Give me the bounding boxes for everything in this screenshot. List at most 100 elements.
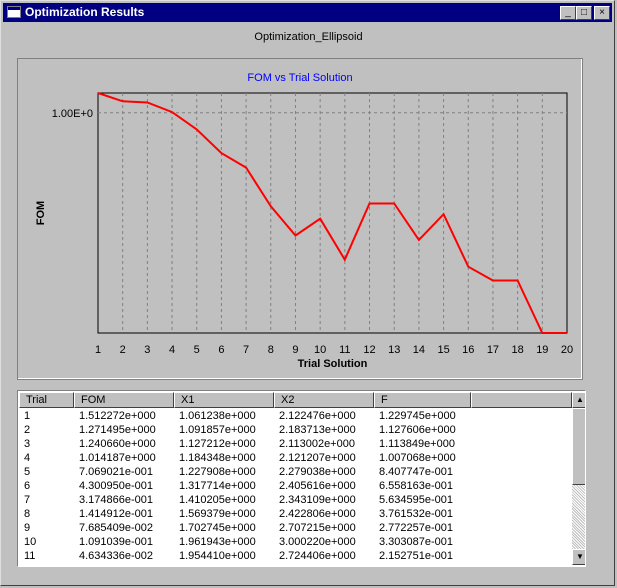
table-row[interactable]: 9 7.685409e-002 1.702745e+000 2.707215e+000… — [19, 521, 572, 535]
x-tick-label: 10 — [314, 344, 326, 356]
table-cell: 1.113849e+000 — [379, 438, 455, 450]
table-cell: 1.014187e+000 — [79, 452, 156, 464]
table-row[interactable]: 8 1.414912e-001 1.569379e+000 2.422806e+000… — [19, 507, 572, 521]
chart-title: FOM vs Trial Solution — [247, 72, 352, 84]
table-cell: 3.174866e-001 — [79, 494, 154, 506]
table-cell: 1.227908e+000 — [179, 466, 256, 478]
table-cell: 1 — [24, 410, 31, 422]
table-cell: 3.761532e-001 — [379, 508, 454, 520]
table-cell: 1.512272e+000 — [79, 410, 156, 422]
table-cell: 11 — [24, 550, 36, 562]
table-cell: 1.184348e+000 — [179, 452, 256, 464]
table-vertical-scrollbar[interactable]: ▲ ▼ — [572, 392, 585, 565]
y-axis-ticks: 1.00E+0 — [52, 108, 93, 120]
table-cell: 1.954410e+000 — [179, 550, 256, 562]
table-cell: 4.300950e-001 — [79, 480, 154, 492]
table-cell: 1.410205e+000 — [179, 494, 256, 506]
fom-series-line — [97, 92, 567, 334]
table-cell: 2.707215e+000 — [279, 522, 356, 534]
maximize-button[interactable]: □ — [576, 6, 592, 20]
column-header[interactable]: X2 — [274, 392, 374, 408]
table-cell: 2.724406e+000 — [279, 550, 356, 562]
table-cell: 1.061238e+000 — [179, 410, 256, 422]
chart-panel: FOM vs Trial Solution 1 2 3 4 5 6 7 8 9 10 11 12 13 1… — [17, 58, 583, 380]
table-cell: 1.127606e+000 — [379, 424, 456, 436]
table-row[interactable]: 5 7.069021e-001 1.227908e+000 2.279038e+000… — [19, 465, 572, 479]
x-tick-label: 19 — [536, 344, 548, 356]
table-cell: 2.183713e+000 — [279, 424, 356, 436]
table-cell: 9 — [24, 522, 31, 534]
table-cell: 2.422806e+000 — [279, 508, 356, 520]
table-cell: 1.007068e+000 — [379, 452, 456, 464]
x-tick-label: 18 — [512, 344, 524, 356]
minimize-button[interactable]: _ — [560, 6, 576, 20]
fom-chart: FOM vs Trial Solution 1 2 3 4 5 6 7 8 9 10 11 12 13 1… — [35, 72, 573, 370]
table-cell: 5 — [24, 466, 31, 478]
x-tick-label: 12 — [363, 344, 375, 356]
table-cell: 1.229745e+000 — [379, 410, 456, 422]
y-axis-label: FOM — [35, 201, 47, 225]
table-row[interactable]: 1 1.512272e+000 1.061238e+000 2.122476e+000… — [19, 409, 572, 423]
table-cell: 6.558163e-001 — [379, 480, 454, 492]
x-tick-label: 8 — [268, 344, 274, 356]
x-tick-label: 1 — [95, 344, 101, 356]
table-header: Trial FOM X1 X2 F — [19, 392, 572, 408]
table-cell: 7.685409e-002 — [79, 522, 154, 534]
table-row[interactable]: 11 4.634336e-002 1.954410e+000 2.724406e+00… — [19, 549, 572, 563]
chart-series — [97, 92, 567, 334]
table-row[interactable]: 10 1.091039e-001 1.961943e+000 3.000220e+00… — [19, 535, 572, 549]
table-cell: 1.271495e+000 — [79, 424, 156, 436]
table-row[interactable]: 4 1.014187e+000 1.184348e+000 2.121207e+000… — [19, 451, 572, 465]
table-cell: 8.407747e-001 — [379, 466, 454, 478]
results-table-body[interactable]: Trial FOM X1 X2 F 1 1.512272e+000 1.061238e+00… — [19, 392, 572, 565]
table-cell: 1.414912e-001 — [79, 508, 154, 520]
table-cell: 3.000220e+000 — [279, 536, 356, 548]
y-tick-label: 1.00E+0 — [52, 108, 93, 120]
column-header-filler — [471, 392, 572, 408]
title-bar[interactable]: Optimization Results _ □ × — [3, 3, 612, 22]
scroll-down-button[interactable]: ▼ — [572, 549, 585, 565]
table-cell: 1.702745e+000 — [179, 522, 256, 534]
table-row[interactable]: 6 4.300950e-001 1.317714e+000 2.405616e+000… — [19, 479, 572, 493]
scroll-track[interactable] — [572, 485, 585, 549]
x-tick-label: 4 — [169, 344, 175, 356]
scroll-thumb[interactable] — [572, 408, 585, 485]
x-axis-label: Trial Solution — [298, 358, 368, 370]
table-cell: 6 — [24, 480, 31, 492]
table-cell: 1.961943e+000 — [179, 536, 256, 548]
table-cell: 4 — [24, 452, 31, 464]
x-tick-label: 20 — [561, 344, 573, 356]
plot-area — [97, 92, 568, 334]
column-header[interactable]: X1 — [174, 392, 274, 408]
table-row[interactable]: 3 1.240660e+000 1.127212e+000 2.113002e+000… — [19, 437, 572, 451]
x-tick-label: 14 — [413, 344, 425, 356]
table-row[interactable]: 7 3.174866e-001 1.410205e+000 2.343109e+000… — [19, 493, 572, 507]
close-button[interactable]: × — [594, 6, 610, 20]
table-cell: 10 — [24, 536, 37, 548]
table-cell: 2.343109e+000 — [279, 494, 356, 506]
x-tick-label: 16 — [462, 344, 474, 356]
x-tick-label: 6 — [218, 344, 224, 356]
table-cell: 1.091857e+000 — [179, 424, 256, 436]
column-header[interactable]: F — [374, 392, 471, 408]
column-header[interactable]: Trial — [19, 392, 74, 408]
window-title: Optimization Results — [25, 5, 145, 19]
table-cell: 8 — [24, 508, 31, 520]
table-cell: 3 — [24, 438, 31, 450]
results-table: Trial FOM X1 X2 F 1 1.512272e+000 1.061238e+00… — [17, 390, 586, 567]
scroll-up-button[interactable]: ▲ — [572, 392, 585, 408]
table-cell: 2.405616e+000 — [279, 480, 356, 492]
table-cell: 2.113002e+000 — [279, 438, 355, 450]
table-cell: 4.634336e-002 — [79, 550, 154, 562]
table-cell: 2 — [24, 424, 31, 436]
table-cell: 1.317714e+000 — [179, 480, 256, 492]
table-cell: 2.121207e+000 — [279, 452, 356, 464]
table-cell: 1.569379e+000 — [179, 508, 256, 520]
x-tick-label: 2 — [120, 344, 126, 356]
x-tick-label: 9 — [292, 344, 298, 356]
column-header[interactable]: FOM — [74, 392, 174, 408]
x-tick-label: 3 — [144, 344, 150, 356]
table-cell: 2.152751e-001 — [379, 550, 454, 562]
x-axis-ticks: 1 2 3 4 5 6 7 8 9 10 11 12 13 14 15 16 17 18 19 20 — [95, 344, 573, 356]
table-row[interactable]: 2 1.271495e+000 1.091857e+000 2.183713e+000… — [19, 423, 572, 437]
